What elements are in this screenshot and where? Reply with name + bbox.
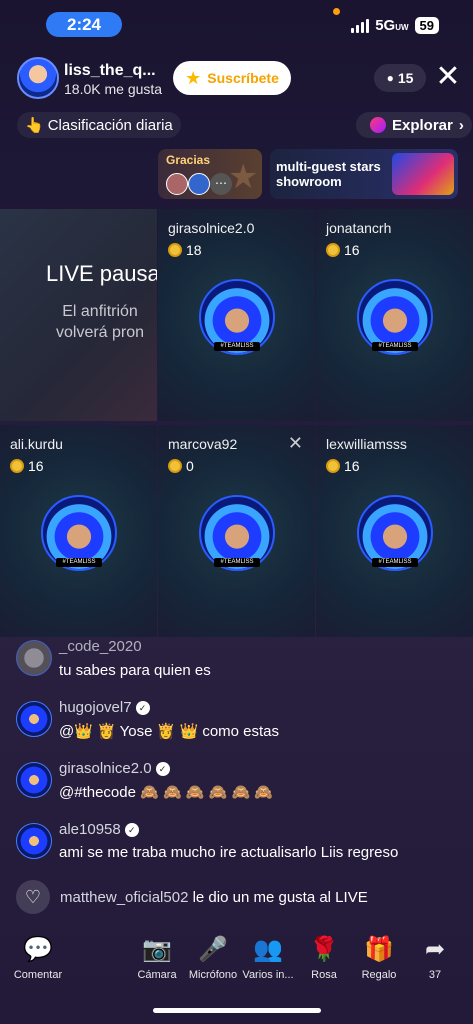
- chat-username-row: hugojovel7 ✓: [59, 699, 150, 716]
- ranking-label: Clasificación diaria: [47, 116, 173, 134]
- coin-icon: [168, 459, 182, 473]
- paused-subtitle: El anfitrión volverá pron: [56, 301, 144, 343]
- daily-ranking-button[interactable]: 👆 Clasificación diaria: [17, 112, 181, 138]
- guest-name: girasolnice2.0: [168, 220, 255, 236]
- paused-host-tile: LIVE pausa El anfitrión volverá pron: [0, 209, 157, 421]
- team-tag: #TEAMLISS: [372, 558, 418, 567]
- guest-name: ali.kurdu: [10, 436, 63, 452]
- team-tag: #TEAMLISS: [214, 558, 260, 567]
- bottom-toolbar: 💬 Comentar 📷 Cámara 🎤 Micrófono 👥 Varios…: [0, 935, 473, 985]
- privacy-indicator: [333, 8, 340, 15]
- heart-icon: ♡: [16, 880, 50, 914]
- guest-coins: 16: [326, 458, 360, 474]
- guest-coins: 18: [168, 242, 202, 258]
- viewer-count: 15: [397, 70, 414, 86]
- like-event-text: matthew_oficial502 le dio un me gusta al…: [60, 889, 368, 906]
- friend-badge-icon: ✓: [135, 700, 150, 715]
- chat-text: tu sabes para quien es: [59, 662, 211, 679]
- chat-username: ale10958: [59, 821, 121, 838]
- host-likes: 18.0K me gusta: [64, 81, 163, 97]
- like-event: ♡ matthew_oficial502 le dio un me gusta …: [16, 880, 368, 914]
- close-icon[interactable]: ✕: [288, 433, 303, 454]
- share-button[interactable]: ➦ 37: [400, 935, 470, 981]
- microphone-label: Micrófono: [188, 969, 238, 981]
- gracias-card[interactable]: Gracias ⋯ ★: [158, 149, 262, 199]
- star-icon: ★: [185, 67, 202, 88]
- star-icon: ★: [228, 158, 259, 196]
- signal-icon: [351, 18, 370, 33]
- guest-tile[interactable]: lexwilliamsss 16 #TEAMLISS: [316, 425, 473, 637]
- chevron-right-icon: ›: [458, 116, 464, 134]
- coin-icon: [326, 243, 340, 257]
- team-tag: #TEAMLISS: [214, 342, 260, 351]
- multi-guest-label: Varios in...: [242, 969, 294, 981]
- share-arrow-icon: ➦: [424, 936, 446, 963]
- chat-username: hugojovel7: [59, 699, 132, 716]
- guest-tile[interactable]: girasolnice2.0 18 #TEAMLISS: [158, 209, 315, 421]
- comment-button[interactable]: 💬 Comentar: [3, 935, 73, 981]
- chat-username-row: ale10958 ✓: [59, 821, 139, 838]
- guest-name: jonatancrh: [326, 220, 392, 236]
- status-time: 2:24: [46, 12, 122, 37]
- guest-tile[interactable]: jonatancrh 16 #TEAMLISS: [316, 209, 473, 421]
- chat-avatar: [16, 640, 52, 676]
- like-message: le dio un me gusta al LIVE: [192, 888, 368, 906]
- gift-label: Regalo: [361, 969, 397, 981]
- coin-icon: [10, 459, 24, 473]
- gifter-avatar: [188, 173, 210, 195]
- guest-coins: 0: [168, 458, 194, 474]
- guest-tile[interactable]: ali.kurdu 16 #TEAMLISS: [0, 425, 157, 637]
- chat-bubble-icon: 💬: [23, 936, 53, 963]
- network-label: 5GUW: [375, 17, 409, 34]
- subscribe-label: Suscríbete: [207, 70, 279, 86]
- camera-label: Cámara: [137, 969, 177, 981]
- share-count: 37: [428, 969, 442, 981]
- chat-text: ami se me traba mucho ire actualisarlo L…: [59, 844, 399, 861]
- host-avatar[interactable]: [17, 57, 59, 99]
- guest-name: marcova92: [168, 436, 238, 452]
- viewer-count-button[interactable]: ● 15: [374, 64, 426, 92]
- explore-button[interactable]: Explorar ›: [356, 112, 472, 138]
- chat-avatar: [16, 823, 52, 859]
- gifter-avatar: [166, 173, 188, 195]
- status-indicators: 5GUW 59: [351, 17, 439, 34]
- friend-badge-icon: ✓: [155, 761, 170, 776]
- rose-label: Rosa: [311, 969, 337, 981]
- host-name[interactable]: liss_the_q...: [64, 62, 156, 80]
- multi-guest-banner[interactable]: multi-guest stars showroom: [270, 149, 458, 199]
- coin-icon: [168, 243, 182, 257]
- paused-line-1: El anfitrión: [62, 303, 138, 320]
- battery-icon: 59: [414, 17, 439, 34]
- hand-icon: 👆: [25, 117, 44, 134]
- multi-guest-text: multi-guest stars showroom: [276, 159, 381, 189]
- banner-illustration: [392, 153, 454, 195]
- guest-name: lexwilliamsss: [326, 436, 407, 452]
- paused-title: LIVE pausa: [46, 261, 157, 286]
- chat-username: _code_2020: [59, 638, 142, 655]
- guest-tile[interactable]: marcova92 ✕ 0 #TEAMLISS: [158, 425, 315, 637]
- chat-text: @👑 👸 Yose 👸 👑 como estas: [59, 723, 280, 740]
- friend-badge-icon: ✓: [124, 822, 139, 837]
- close-icon[interactable]: ✕: [434, 62, 462, 92]
- guest-grid: LIVE pausa El anfitrión volverá pron gir…: [0, 209, 473, 637]
- team-tag: #TEAMLISS: [56, 558, 102, 567]
- gracias-title: Gracias: [166, 153, 211, 167]
- chat-avatar: [16, 762, 52, 798]
- like-username: matthew_oficial502: [60, 888, 189, 906]
- subscribe-button[interactable]: ★ Suscríbete: [173, 61, 291, 95]
- paused-line-2: volverá pron: [56, 324, 145, 341]
- chat-username: girasolnice2.0: [59, 760, 152, 777]
- chat-username-row: girasolnice2.0 ✓: [59, 760, 170, 777]
- guest-coins: 16: [10, 458, 44, 474]
- coin-icon: [326, 459, 340, 473]
- person-icon: ●: [386, 71, 394, 85]
- explore-icon: [370, 117, 386, 133]
- team-tag: #TEAMLISS: [372, 342, 418, 351]
- guest-coins: 16: [326, 242, 360, 258]
- explore-label: Explorar: [392, 116, 453, 134]
- chat-avatar: [16, 701, 52, 737]
- home-indicator[interactable]: [153, 1008, 321, 1013]
- comment-label: Comentar: [13, 969, 63, 981]
- chat-text: @#thecode 🙈 🙈 🙈 🙈 🙈 🙈: [59, 784, 274, 801]
